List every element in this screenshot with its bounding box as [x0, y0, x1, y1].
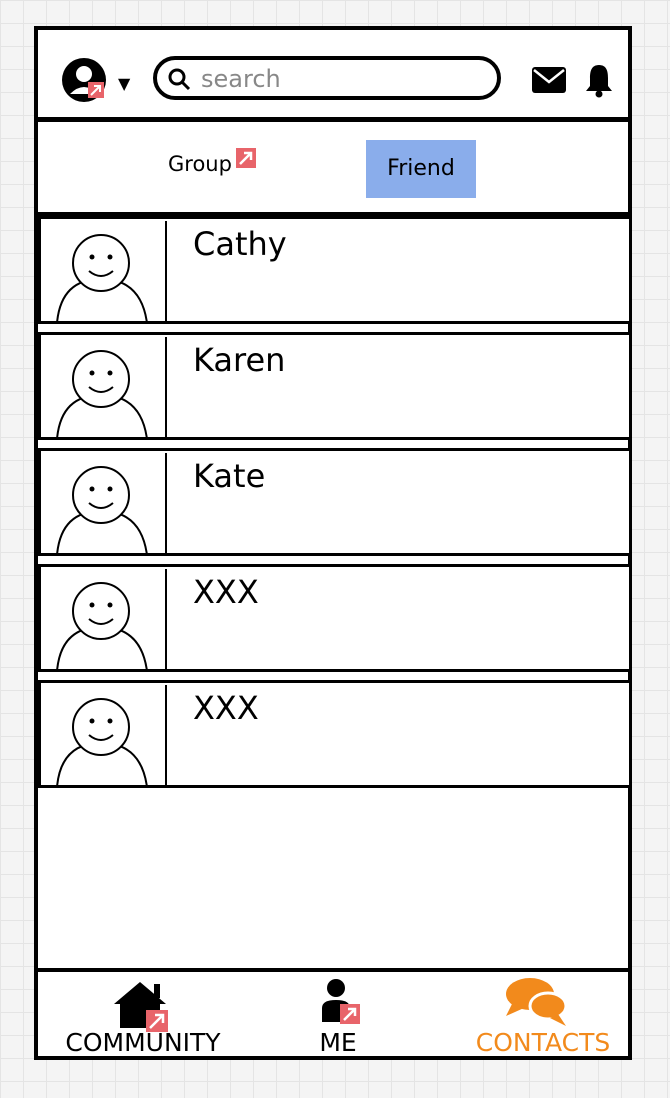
nav-contacts-label: CONTACTS: [475, 1028, 611, 1057]
contact-name: Karen: [193, 341, 286, 379]
tab-friend[interactable]: Friend: [366, 140, 476, 198]
smiley-person-icon: [56, 466, 148, 553]
contact-item[interactable]: Karen: [38, 332, 632, 440]
contact-avatar: [43, 337, 167, 437]
contact-avatar: [43, 453, 167, 553]
bottom-nav: COMMUNITY ME CONTACTS: [38, 968, 628, 1060]
tab-group[interactable]: Group: [168, 148, 256, 176]
nav-community[interactable]: COMMUNITY: [48, 972, 238, 1060]
contact-name: Kate: [193, 457, 266, 495]
nav-me[interactable]: ME: [288, 972, 388, 1060]
top-bar: ▼: [38, 30, 628, 122]
nav-community-label: COMMUNITY: [65, 1028, 221, 1057]
contact-name: XXX: [193, 573, 259, 611]
tab-friend-label: Friend: [387, 156, 455, 181]
bell-icon[interactable]: [584, 62, 614, 98]
contact-avatar: [43, 221, 167, 321]
nav-me-label: ME: [319, 1028, 357, 1057]
chat-bubbles-icon: [506, 978, 568, 1026]
search-input[interactable]: [199, 64, 483, 94]
tab-bar: Group Friend: [38, 122, 628, 216]
search-bar[interactable]: [153, 56, 501, 100]
smiley-person-icon: [56, 350, 148, 437]
smiley-person-icon: [56, 234, 148, 321]
phone-frame: ▼ Group Friend: [34, 26, 632, 1060]
user-avatar-icon: [62, 58, 106, 102]
smiley-person-icon: [56, 582, 148, 669]
contact-item[interactable]: XXX: [38, 564, 632, 672]
home-icon: [114, 982, 168, 1032]
nav-contacts[interactable]: CONTACTS: [458, 972, 628, 1060]
contact-item[interactable]: Kate: [38, 448, 632, 556]
contact-avatar: [43, 569, 167, 669]
contact-name: Cathy: [193, 225, 287, 263]
tab-group-label: Group: [168, 152, 232, 176]
user-menu-button[interactable]: ▼: [60, 56, 140, 106]
person-icon: [322, 979, 360, 1024]
contact-item[interactable]: Cathy: [38, 216, 632, 324]
contact-name: XXX: [193, 689, 259, 727]
contact-item[interactable]: XXX: [38, 680, 632, 788]
mail-icon[interactable]: [532, 67, 566, 93]
link-badge-icon: [236, 148, 256, 168]
chevron-down-icon: ▼: [118, 74, 131, 93]
contact-avatar: [43, 685, 167, 785]
smiley-person-icon: [56, 698, 148, 785]
search-icon: [168, 68, 191, 91]
